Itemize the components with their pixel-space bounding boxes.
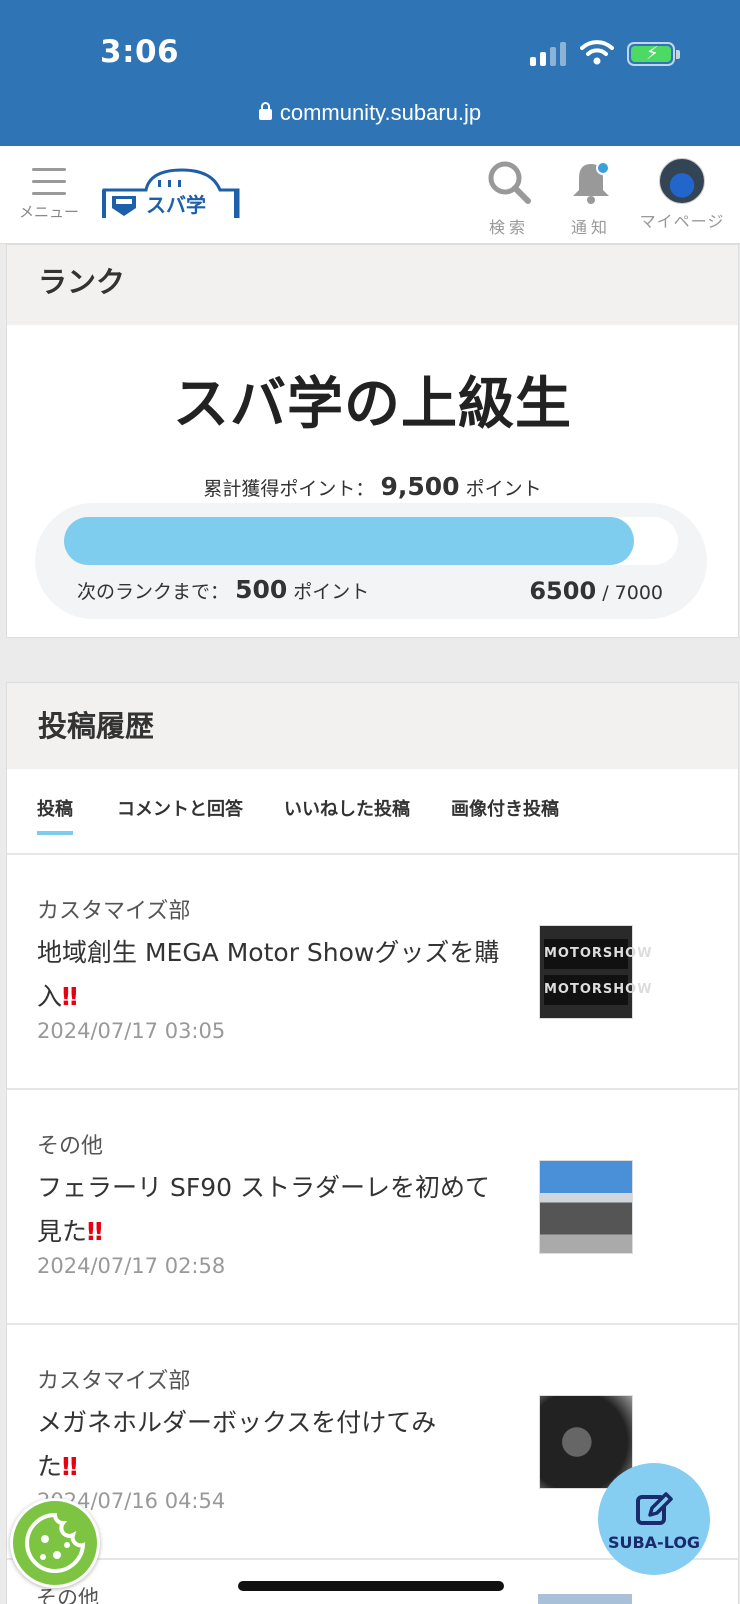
exclamation-icon: ‼ — [87, 1217, 103, 1246]
hamburger-icon — [32, 168, 66, 195]
logo-graphic: スバ学 — [102, 168, 240, 218]
post-title: 地域創生 MEGA Motor Showグッズを購 入‼ — [37, 931, 507, 1019]
avatar — [659, 158, 705, 204]
tab-liked[interactable]: いいねした投稿 — [284, 795, 410, 821]
url-text: community.subaru.jp — [279, 100, 482, 125]
lock-icon — [258, 102, 272, 120]
points-unit: ポイント — [465, 478, 542, 500]
post-title-line2: 入 — [37, 982, 63, 1011]
next-rank: 次のランクまで： 500 ポイント — [77, 575, 369, 604]
cellular-signal-icon — [530, 40, 566, 66]
post-title: フェラーリ SF90 ストラダーレを初めて 見た‼ — [37, 1166, 507, 1254]
exclamation-icon: ‼ — [62, 1452, 78, 1481]
post-thumbnail[interactable] — [539, 1160, 633, 1254]
edit-icon — [636, 1492, 673, 1525]
site-logo[interactable]: スバ学 — [100, 168, 244, 220]
notification-button[interactable]: 通知 — [556, 158, 626, 238]
post-item[interactable]: その他 フェラーリ SF90 ストラダーレを初めて 見た‼ 2024/07/17… — [7, 1090, 738, 1325]
suba-log-button[interactable]: SUBA-LOG — [598, 1463, 710, 1575]
post-title-line1: 地域創生 MEGA Motor Showグッズを購 — [37, 938, 500, 967]
post-thumbnail[interactable]: MOTORSHOW MOTORSHOW — [539, 925, 652, 1019]
rank-title: スバ学の上級生 — [173, 372, 572, 437]
post-title-line2: た — [37, 1452, 63, 1481]
post-category: カスタマイズ部 — [37, 1369, 191, 1394]
site-header: メニュー スバ学 検索 通知 マイページ — [0, 146, 740, 244]
menu-button[interactable]: メニュー — [14, 168, 84, 222]
notification-label: 通知 — [570, 218, 611, 237]
progress-current: 6500 — [529, 577, 597, 605]
url-bar[interactable]: community.subaru.jp — [0, 100, 740, 126]
next-post-thumbnail[interactable] — [538, 1594, 632, 1604]
tab-posts[interactable]: 投稿 — [37, 795, 73, 835]
progress-track — [64, 517, 678, 565]
next-rank-unit: ポイント — [293, 581, 370, 603]
thumbnail-text: MOTORSHOW — [544, 975, 652, 1005]
progress-ratio: 6500 / 7000 — [529, 577, 663, 605]
logo-text: スバ学 — [146, 193, 206, 217]
post-category: その他 — [37, 1134, 104, 1159]
home-indicator[interactable] — [238, 1581, 504, 1591]
menu-label: メニュー — [18, 203, 79, 221]
post-item[interactable]: カスタマイズ部 地域創生 MEGA Motor Showグッズを購 入‼ 202… — [7, 855, 738, 1090]
wifi-icon — [580, 40, 614, 65]
status-time: 3:06 — [100, 34, 180, 70]
post-title-line1: メガネホルダーボックスを付けてみ — [37, 1408, 437, 1437]
mypage-label: マイページ — [639, 212, 725, 231]
next-rank-label: 次のランクまで： — [77, 581, 230, 603]
next-rank-value: 500 — [235, 575, 288, 604]
total-points: 累計獲得ポイント： 9,500 ポイント — [7, 472, 738, 501]
mypage-button[interactable]: マイページ — [634, 158, 730, 232]
tab-comments[interactable]: コメントと回答 — [117, 795, 243, 821]
post-title-line1: フェラーリ SF90 ストラダーレを初めて — [37, 1173, 490, 1202]
progress-bar-fill — [64, 517, 635, 565]
post-date: 2024/07/17 02:58 — [37, 1254, 226, 1278]
exclamation-icon: ‼ — [62, 982, 78, 1011]
bell-icon — [573, 161, 610, 204]
history-heading: 投稿履歴 — [7, 683, 738, 769]
tab-with-images[interactable]: 画像付き投稿 — [451, 795, 559, 821]
post-title: メガネホルダーボックスを付けてみ た‼ — [37, 1401, 507, 1489]
post-category: カスタマイズ部 — [37, 899, 191, 924]
search-button[interactable]: 検索 — [474, 158, 544, 238]
search-icon — [488, 161, 531, 204]
post-date: 2024/07/17 03:05 — [37, 1019, 226, 1043]
history-tabs: 投稿 コメントと回答 いいねした投稿 画像付き投稿 — [7, 769, 738, 855]
total-points-value: 9,500 — [380, 472, 460, 501]
browser-top-bar: 3:06 ⚡ community.subaru.jp — [0, 0, 740, 146]
post-title-line2: 見た — [37, 1217, 88, 1246]
total-points-label: 累計獲得ポイント： — [203, 478, 375, 500]
cookie-settings-button[interactable] — [10, 1498, 100, 1588]
rank-heading: ランク — [7, 245, 738, 325]
rank-card: ランク スバ学の上級生 累計獲得ポイント： 9,500 ポイント 次のランクまで… — [6, 244, 739, 638]
battery-icon: ⚡ — [627, 42, 680, 66]
suba-log-label: SUBA-LOG — [607, 1533, 701, 1552]
post-history-card: 投稿履歴 投稿 コメントと回答 いいねした投稿 画像付き投稿 カスタマイズ部 地… — [6, 682, 739, 1604]
thumbnail-text: MOTORSHOW — [544, 939, 652, 969]
search-label: 検索 — [488, 218, 529, 237]
progress-max: / 7000 — [602, 582, 663, 604]
cookie-icon — [25, 1512, 86, 1573]
rank-progress: 次のランクまで： 500 ポイント 6500 / 7000 — [35, 503, 707, 619]
